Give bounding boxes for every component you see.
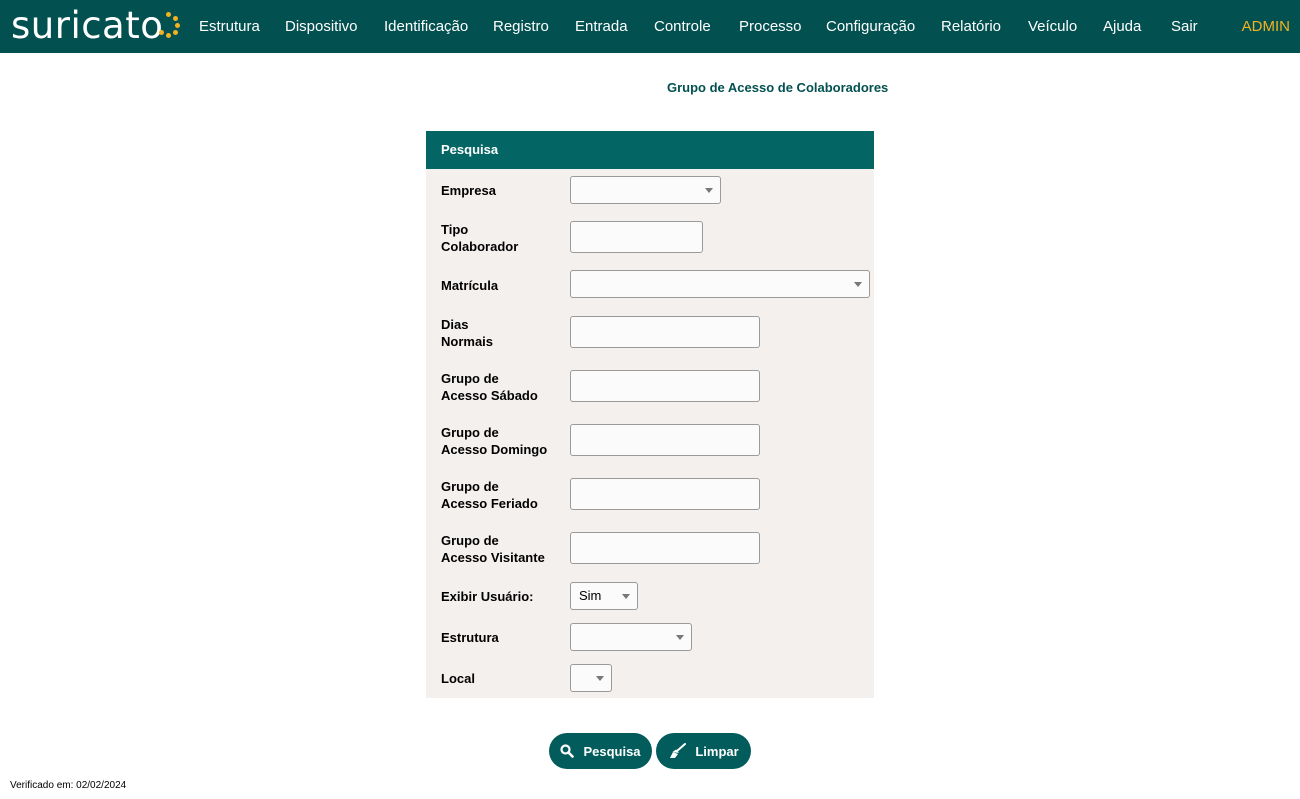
exibir-usuario-select-value: Sim bbox=[579, 588, 602, 603]
grupo-visitante-label: Grupo de Acesso Visitante bbox=[441, 532, 545, 566]
nav-controle[interactable]: Controle bbox=[654, 17, 711, 37]
estrutura-select[interactable] bbox=[570, 623, 692, 651]
nav-estrutura[interactable]: Estrutura bbox=[199, 17, 260, 37]
tipo-colaborador-label: Tipo Colaborador bbox=[441, 221, 518, 255]
nav-relatorio[interactable]: Relatório bbox=[941, 17, 1001, 37]
clear-button[interactable]: Limpar bbox=[656, 733, 751, 769]
broom-icon bbox=[670, 743, 687, 758]
nav-identificacao[interactable]: Identificação bbox=[384, 17, 468, 37]
grupo-feriado-label: Grupo de Acesso Feriado bbox=[441, 478, 538, 512]
tipo-colaborador-input[interactable] bbox=[570, 221, 703, 253]
grupo-domingo-label: Grupo de Acesso Domingo bbox=[441, 424, 547, 458]
nav-processo[interactable]: Processo bbox=[739, 17, 802, 37]
label-line: Grupo de bbox=[441, 479, 499, 494]
chevron-down-icon bbox=[676, 635, 684, 640]
search-icon bbox=[560, 744, 575, 758]
chevron-down-icon bbox=[705, 188, 713, 193]
matricula-label: Matrícula bbox=[441, 278, 499, 293]
empresa-select[interactable] bbox=[570, 176, 721, 204]
estrutura-label: Estrutura bbox=[441, 630, 499, 645]
label-line: Colaborador bbox=[441, 239, 519, 254]
verified-date: Verificado em: 02/02/2024 bbox=[10, 780, 127, 791]
search-panel: Pesquisa Empresa Tipo Colaborador Matríc… bbox=[426, 131, 874, 698]
search-button[interactable]: Pesquisa bbox=[549, 733, 652, 769]
label-line: Grupo de bbox=[441, 425, 499, 440]
label-line: Grupo de bbox=[441, 371, 499, 386]
nav-configuracao[interactable]: Configuração bbox=[826, 17, 915, 37]
label-line: Acesso Feriado bbox=[441, 496, 538, 511]
logo-dots-icon bbox=[157, 12, 181, 38]
panel-header: Pesquisa bbox=[426, 131, 874, 169]
chevron-down-icon bbox=[622, 594, 630, 599]
matricula-select[interactable] bbox=[570, 270, 870, 298]
nav-dispositivo[interactable]: Dispositivo bbox=[285, 17, 358, 37]
label-line: Acesso Sábado bbox=[441, 388, 538, 403]
grupo-visitante-input[interactable] bbox=[570, 532, 760, 564]
logo-text: suricato bbox=[11, 4, 164, 47]
page-title: Grupo de Acesso de Colaboradores bbox=[667, 80, 889, 95]
empresa-label: Empresa bbox=[441, 183, 496, 198]
label-line: Dias bbox=[441, 317, 469, 332]
local-select[interactable] bbox=[570, 664, 612, 692]
label-line: Acesso Domingo bbox=[441, 442, 548, 457]
nav-registro[interactable]: Registro bbox=[493, 17, 549, 37]
user-admin-label[interactable]: ADMIN bbox=[1242, 17, 1290, 37]
nav-veiculo[interactable]: Veículo bbox=[1028, 17, 1077, 37]
nav-ajuda[interactable]: Ajuda bbox=[1103, 17, 1141, 37]
local-label: Local bbox=[441, 671, 475, 686]
exibir-usuario-select[interactable]: Sim bbox=[570, 582, 638, 610]
exibir-usuario-label: Exibir Usuário: bbox=[441, 589, 534, 604]
label-line: Grupo de bbox=[441, 533, 499, 548]
suricato-logo[interactable]: suricato bbox=[11, 4, 181, 48]
clear-button-label: Limpar bbox=[695, 743, 739, 759]
chevron-down-icon bbox=[596, 676, 604, 681]
label-line: Acesso Visitante bbox=[441, 550, 545, 565]
top-navbar: suricato Estrutura Dispositivo Identific… bbox=[0, 0, 1300, 53]
dias-normais-input[interactable] bbox=[570, 316, 760, 348]
grupo-sabado-input[interactable] bbox=[570, 370, 760, 402]
grupo-sabado-label: Grupo de Acesso Sábado bbox=[441, 370, 538, 404]
grupo-feriado-input[interactable] bbox=[570, 478, 760, 510]
dias-normais-label: Dias Normais bbox=[441, 316, 493, 350]
nav-sair[interactable]: Sair bbox=[1171, 17, 1198, 37]
label-line: Tipo bbox=[441, 222, 469, 237]
label-line: Normais bbox=[441, 334, 494, 349]
nav-entrada[interactable]: Entrada bbox=[575, 17, 628, 37]
grupo-domingo-input[interactable] bbox=[570, 424, 760, 456]
search-button-label: Pesquisa bbox=[583, 743, 641, 759]
chevron-down-icon bbox=[854, 282, 862, 287]
